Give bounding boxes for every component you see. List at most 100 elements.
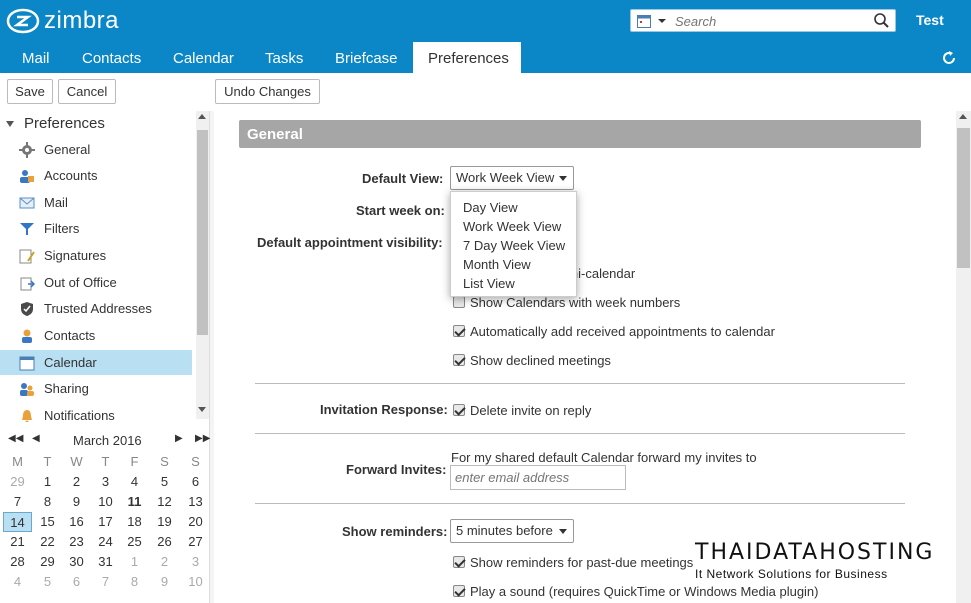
prev-month-icon[interactable]: ◀ (32, 433, 40, 444)
auto-add-checkbox[interactable] (453, 325, 465, 337)
scroll-up-icon[interactable] (198, 114, 206, 119)
calendar-day[interactable]: 17 (91, 512, 120, 532)
tree-item-contacts[interactable]: Contacts (0, 323, 192, 348)
tab-mail[interactable]: Mail (7, 42, 65, 73)
menu-item-day-view[interactable]: Day View (463, 200, 518, 215)
past-due-option[interactable]: Show reminders for past-due meetings (453, 554, 693, 570)
calendar-day[interactable]: 7 (91, 572, 120, 592)
calendar-day[interactable]: 4 (120, 472, 149, 492)
calendar-day[interactable]: 5 (150, 472, 179, 492)
calendar-day[interactable]: 28 (3, 552, 32, 572)
tree-item-trusted-addresses[interactable]: Trusted Addresses (0, 296, 192, 321)
calendar-day[interactable]: 23 (62, 532, 91, 552)
next-year-icon[interactable]: ▶▶ (195, 433, 210, 444)
undo-changes-button[interactable]: Undo Changes (215, 79, 320, 104)
menu-item-month-view[interactable]: Month View (463, 257, 531, 272)
calendar-day[interactable]: 26 (150, 532, 179, 552)
menu-item-work-week-view[interactable]: Work Week View (463, 219, 561, 234)
collapse-triangle-icon[interactable] (5, 119, 15, 129)
calendar-day[interactable]: 11 (120, 492, 149, 512)
calendar-day[interactable]: 8 (33, 492, 62, 512)
calendar-day[interactable]: 15 (33, 512, 62, 532)
calendar-day[interactable]: 31 (91, 552, 120, 572)
calendar-day[interactable]: 6 (62, 572, 91, 592)
search-icon[interactable] (873, 12, 891, 30)
calendar-day[interactable]: 18 (120, 512, 149, 532)
tree-item-notifications[interactable]: Notifications (0, 403, 192, 422)
prev-year-icon[interactable]: ◀◀ (8, 433, 23, 444)
default-view-select[interactable]: Work Week View (450, 166, 574, 190)
calendar-day[interactable]: 19 (150, 512, 179, 532)
tree-item-calendar[interactable]: Calendar (0, 350, 192, 375)
zimbra-logo[interactable]: zimbra (6, 6, 119, 36)
calendar-day[interactable]: 12 (150, 492, 179, 512)
calendar-day[interactable]: 30 (62, 552, 91, 572)
week-numbers-checkbox[interactable] (453, 296, 465, 308)
tree-item-filters[interactable]: Filters (0, 216, 192, 241)
scroll-down-icon[interactable] (198, 407, 206, 412)
calendar-day[interactable]: 25 (120, 532, 149, 552)
calendar-day[interactable]: 6 (181, 472, 210, 492)
default-view-menu: Day View Work Week View 7 Day Week View … (450, 191, 577, 297)
next-month-icon[interactable]: ▶ (175, 433, 183, 444)
calendar-day[interactable]: 22 (33, 532, 62, 552)
past-due-checkbox[interactable] (453, 556, 465, 568)
calendar-day[interactable]: 14 (3, 512, 32, 532)
calendar-day[interactable]: 3 (91, 472, 120, 492)
calendar-day[interactable]: 29 (3, 472, 32, 492)
tree-item-sharing[interactable]: Sharing (0, 376, 192, 401)
forward-email-input[interactable] (450, 465, 626, 490)
calendar-day[interactable]: 9 (150, 572, 179, 592)
user-menu[interactable]: Test (916, 12, 944, 28)
calendar-day[interactable]: 27 (181, 532, 210, 552)
calendar-day[interactable]: 24 (91, 532, 120, 552)
tab-tasks[interactable]: Tasks (250, 42, 318, 73)
search-type-dropdown[interactable] (637, 14, 667, 28)
calendar-day[interactable]: 2 (62, 472, 91, 492)
scroll-up-icon[interactable] (959, 114, 967, 119)
delete-invite-checkbox[interactable] (453, 404, 465, 416)
play-sound-option[interactable]: Play a sound (requires QuickTime or Wind… (453, 583, 819, 599)
tab-briefcase[interactable]: Briefcase (320, 42, 413, 73)
menu-item-7-day-week-view[interactable]: 7 Day Week View (463, 238, 565, 253)
auto-add-option[interactable]: Automatically add received appointments … (453, 323, 775, 339)
calendar-day[interactable]: 21 (3, 532, 32, 552)
tree-item-out-of-office[interactable]: Out of Office (0, 270, 192, 295)
calendar-day[interactable]: 10 (91, 492, 120, 512)
tab-preferences[interactable]: Preferences (413, 42, 521, 73)
calendar-day[interactable]: 3 (181, 552, 210, 572)
tree-item-general[interactable]: General (0, 137, 192, 162)
calendar-day[interactable]: 13 (181, 492, 210, 512)
calendar-day[interactable]: 5 (33, 572, 62, 592)
show-declined-option[interactable]: Show declined meetings (453, 352, 611, 368)
calendar-day[interactable]: 7 (3, 492, 32, 512)
refresh-icon[interactable] (940, 49, 958, 67)
calendar-day[interactable]: 10 (181, 572, 210, 592)
main-scrollbar-thumb[interactable] (957, 128, 970, 268)
calendar-day[interactable]: 20 (181, 512, 210, 532)
delete-invite-option[interactable]: Delete invite on reply (453, 402, 591, 418)
tree-scrollbar-thumb[interactable] (197, 130, 208, 335)
cancel-button[interactable]: Cancel (58, 79, 116, 104)
play-sound-checkbox[interactable] (453, 585, 465, 597)
calendar-day[interactable]: 9 (62, 492, 91, 512)
calendar-day[interactable]: 4 (3, 572, 32, 592)
calendar-day[interactable]: 1 (33, 472, 62, 492)
tab-calendar[interactable]: Calendar (158, 42, 249, 73)
calendar-day[interactable]: 1 (120, 552, 149, 572)
calendar-day[interactable]: 16 (62, 512, 91, 532)
tree-item-mail[interactable]: Mail (0, 190, 192, 215)
menu-item-list-view[interactable]: List View (463, 276, 515, 291)
tab-contacts[interactable]: Contacts (67, 42, 156, 73)
tree-item-signatures[interactable]: Signatures (0, 243, 192, 268)
tree-item-accounts[interactable]: Accounts (0, 163, 192, 188)
save-button[interactable]: Save (7, 79, 53, 104)
calendar-day[interactable]: 2 (150, 552, 179, 572)
reminders-select[interactable]: 5 minutes before (450, 519, 574, 543)
tree-label: Out of Office (44, 275, 117, 290)
show-declined-checkbox[interactable] (453, 354, 465, 366)
calendar-day[interactable]: 8 (120, 572, 149, 592)
search-input[interactable] (675, 13, 865, 29)
calendar-day[interactable]: 29 (33, 552, 62, 572)
tree-header[interactable]: Preferences (24, 115, 105, 132)
